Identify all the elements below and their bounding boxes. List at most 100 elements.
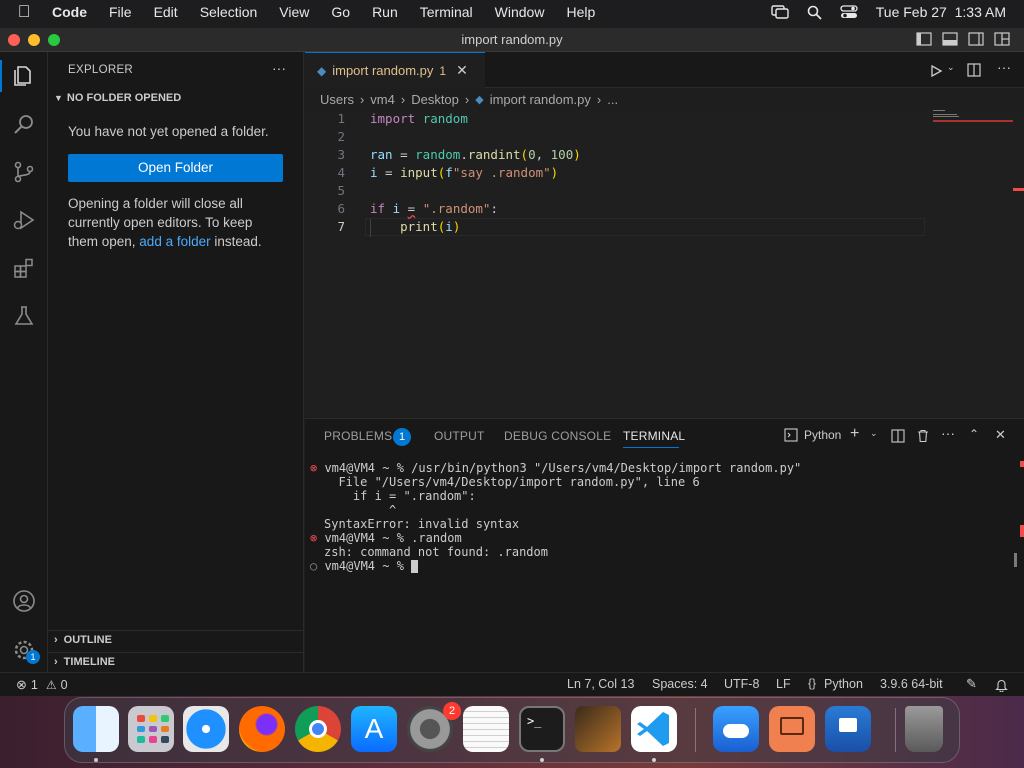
close-panel-icon[interactable]: ✕ bbox=[995, 427, 1006, 443]
end-of-line[interactable]: LF bbox=[776, 677, 791, 691]
panel-more-actions-icon[interactable]: ··· bbox=[941, 425, 955, 441]
menu-app-name[interactable]: Code bbox=[52, 4, 87, 20]
menu-run[interactable]: Run bbox=[372, 4, 398, 20]
vscode-icon[interactable] bbox=[631, 706, 677, 752]
notifications-bell-icon[interactable] bbox=[995, 678, 1008, 692]
indentation[interactable]: Spaces: 4 bbox=[652, 677, 708, 691]
menu-edit[interactable]: Edit bbox=[154, 4, 178, 20]
customize-layout-icon[interactable] bbox=[994, 32, 1010, 46]
python-interpreter[interactable]: 3.9.6 64-bit bbox=[880, 677, 943, 691]
language-mode[interactable]: Python bbox=[824, 677, 863, 691]
run-python-file-icon[interactable] bbox=[930, 65, 942, 77]
editor-more-actions-icon[interactable]: ··· bbox=[997, 59, 1011, 75]
breadcrumb-file[interactable]: import random.py bbox=[490, 92, 591, 107]
warning-icon: ⚠ bbox=[45, 678, 57, 692]
minimize-window-button[interactable] bbox=[28, 34, 40, 46]
menu-window[interactable]: Window bbox=[495, 4, 545, 20]
warning-count: 0 bbox=[60, 678, 68, 692]
tab-problems[interactable]: PROBLEMS bbox=[324, 429, 392, 443]
split-terminal-icon[interactable] bbox=[891, 429, 905, 443]
kill-terminal-trash-icon[interactable] bbox=[916, 429, 930, 443]
chevron-right-icon: › bbox=[54, 634, 58, 646]
apple-icon[interactable]:  bbox=[16, 2, 32, 22]
terminal-profile[interactable]: Python bbox=[784, 428, 841, 442]
close-window-button[interactable] bbox=[8, 34, 20, 46]
code-editor[interactable]: 1 2 3 4 5 6 7 import random ran = random… bbox=[305, 110, 1024, 416]
minimap[interactable] bbox=[933, 110, 1013, 128]
safari-icon[interactable] bbox=[183, 706, 229, 752]
terminal-line: ⊗ vm4@VM4 ~ % .random bbox=[310, 531, 801, 545]
firefox-icon[interactable] bbox=[239, 706, 285, 752]
launchpad-icon[interactable] bbox=[128, 706, 174, 752]
accounts-icon[interactable] bbox=[12, 589, 36, 613]
close-tab-icon[interactable]: ✕ bbox=[456, 62, 468, 79]
new-terminal-plus-icon[interactable]: + bbox=[850, 425, 859, 443]
breadcrumb-vm4[interactable]: vm4 bbox=[370, 92, 395, 107]
search-icon[interactable] bbox=[12, 112, 36, 136]
breadcrumb-users[interactable]: Users bbox=[320, 92, 354, 107]
tab-output[interactable]: OUTPUT bbox=[434, 429, 485, 443]
trash-icon[interactable] bbox=[905, 706, 943, 752]
indent-guide bbox=[370, 219, 371, 237]
menu-selection[interactable]: Selection bbox=[200, 4, 258, 20]
spotlight-search-icon[interactable] bbox=[807, 5, 822, 20]
code-line-3: ran = random.randint(0, 100) bbox=[370, 147, 581, 162]
more-actions-icon[interactable]: ··· bbox=[272, 60, 286, 76]
garageband-icon[interactable] bbox=[575, 706, 621, 752]
editor-tab-import-random[interactable]: ◆ import random.py 1 ✕ bbox=[305, 52, 485, 88]
outline-section[interactable]: › OUTLINE bbox=[54, 634, 112, 646]
add-folder-link[interactable]: add a folder bbox=[139, 234, 210, 249]
split-editor-icon[interactable] bbox=[967, 63, 981, 77]
keynote-icon[interactable] bbox=[825, 706, 871, 752]
toggle-panel-icon[interactable] bbox=[942, 32, 958, 46]
menubar-clock[interactable]: Tue Feb 27 1:33 AM bbox=[876, 4, 1006, 20]
menu-go[interactable]: Go bbox=[331, 4, 350, 20]
code-line-1: import random bbox=[370, 111, 468, 126]
run-and-debug-icon[interactable] bbox=[12, 208, 36, 232]
active-indicator bbox=[0, 60, 2, 92]
breadcrumb-desktop[interactable]: Desktop bbox=[411, 92, 459, 107]
extensions-icon[interactable] bbox=[12, 256, 36, 280]
no-folder-section[interactable]: ▼ NO FOLDER OPENED bbox=[54, 92, 181, 104]
language-braces-icon: {} bbox=[808, 676, 817, 690]
toggle-secondary-sidebar-icon[interactable] bbox=[968, 32, 984, 46]
terminal-line-text: vm4@VM4 ~ % .random bbox=[324, 531, 462, 545]
tab-terminal[interactable]: TERMINAL bbox=[623, 429, 685, 443]
prompt-dot-icon: ○ bbox=[310, 559, 325, 573]
terminal-app-icon[interactable]: >_ bbox=[519, 706, 565, 752]
testing-flask-icon[interactable] bbox=[12, 304, 36, 328]
terminal-scrollbar[interactable] bbox=[1014, 553, 1017, 567]
open-folder-button[interactable]: Open Folder bbox=[68, 154, 283, 182]
chrome-icon[interactable] bbox=[295, 706, 341, 752]
control-center-icon[interactable] bbox=[840, 5, 858, 19]
timeline-section[interactable]: › TIMELINE bbox=[54, 656, 115, 668]
activity-bar: 1 bbox=[0, 52, 48, 672]
bottom-panel: PROBLEMS 1 OUTPUT DEBUG CONSOLE TERMINAL… bbox=[305, 418, 1024, 672]
encoding[interactable]: UTF-8 bbox=[724, 677, 759, 691]
cursor-position[interactable]: Ln 7, Col 13 bbox=[567, 677, 634, 691]
app-store-icon[interactable]: A bbox=[351, 706, 397, 752]
zoom-window-button[interactable] bbox=[48, 34, 60, 46]
menu-help[interactable]: Help bbox=[566, 4, 595, 20]
feedback-icon[interactable]: ✎ bbox=[966, 676, 977, 692]
chevron-right-icon: › bbox=[400, 91, 406, 107]
menu-view[interactable]: View bbox=[279, 4, 309, 20]
run-options-chevron-icon[interactable]: ⌄ bbox=[947, 62, 955, 73]
maximize-panel-chevron-up-icon[interactable]: ⌃ bbox=[969, 427, 979, 441]
source-control-icon[interactable] bbox=[12, 160, 36, 184]
breadcrumb-symbols[interactable]: ... bbox=[607, 92, 618, 107]
menu-terminal[interactable]: Terminal bbox=[420, 4, 473, 20]
problems-status[interactable]: ⊗ 1 ⚠ 0 bbox=[16, 677, 68, 693]
terminal-output[interactable]: ⊗ vm4@VM4 ~ % /usr/bin/python3 "/Users/v… bbox=[310, 461, 801, 573]
toggle-primary-sidebar-icon[interactable] bbox=[916, 32, 932, 46]
terminal-dropdown-chevron-icon[interactable]: ⌄ bbox=[870, 428, 878, 439]
finder-icon[interactable] bbox=[73, 706, 119, 752]
textedit-icon[interactable] bbox=[463, 706, 509, 752]
tab-debug-console[interactable]: DEBUG CONSOLE bbox=[504, 429, 611, 443]
menu-file[interactable]: File bbox=[109, 4, 132, 20]
code-line-4: i = input(f"say .random") bbox=[370, 165, 559, 180]
weather-icon[interactable] bbox=[713, 706, 759, 752]
screen-sharing-icon[interactable] bbox=[769, 706, 815, 752]
screen-mirroring-icon[interactable] bbox=[771, 5, 789, 19]
explorer-icon[interactable] bbox=[12, 64, 36, 88]
